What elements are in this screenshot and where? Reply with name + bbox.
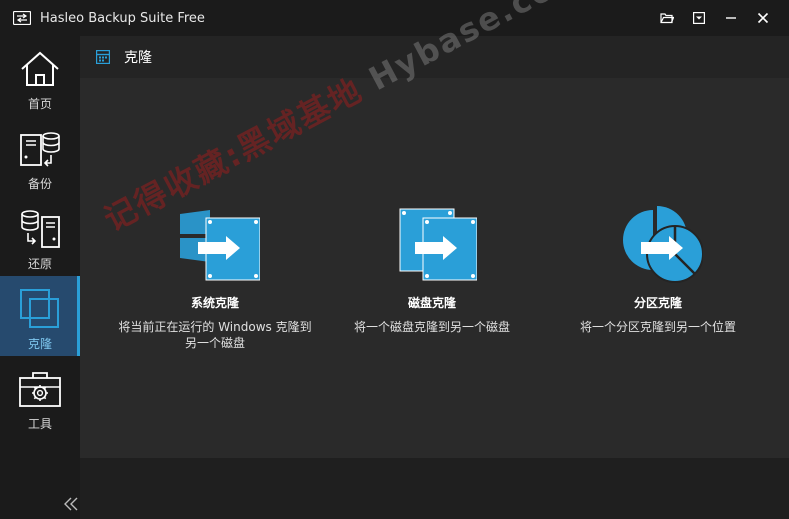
sidebar-item-home[interactable]: 首页 [0,36,80,116]
disk-clone-icon [399,208,477,281]
system-clone-icon [180,210,260,281]
sidebar-item-label: 还原 [27,257,52,271]
sidebar-item-backup[interactable]: 备份 [0,116,80,196]
page-title: 克隆 [124,50,152,66]
window-controls [651,0,779,36]
minimize-button[interactable] [715,0,747,36]
system-clone-option[interactable]: 系统克隆 将当前正在运行的 Windows 克隆到另一个磁盘 [105,194,325,351]
close-icon [757,12,769,24]
menu-button[interactable] [683,0,715,36]
clone-icon [20,289,59,328]
app-logo-icon [13,11,31,25]
option-title: 系统克隆 [190,296,239,310]
minimize-icon [726,17,736,19]
menu-dropdown-icon [693,12,705,24]
sidebar-item-label: 克隆 [27,337,52,351]
window-title: Hasleo Backup Suite Free [40,10,205,26]
disk-clone-option[interactable]: 磁盘克隆 将一个磁盘克隆到另一个磁盘 [322,194,542,335]
close-button[interactable] [747,0,779,36]
bottom-bar [80,458,789,519]
section-header: 克隆 [80,36,789,78]
title-bar: Hasleo Backup Suite Free [0,0,789,36]
sidebar: 首页 备份 还原 克隆 工具 [0,36,80,519]
sidebar-item-label: 备份 [27,177,52,191]
open-folder-button[interactable] [651,0,683,36]
main-content: 克隆 系统克隆 将当前正在运行的 Windows 克隆到另一个磁盘 磁盘克隆 将… [80,36,789,519]
partition-clone-icon [623,206,703,283]
app-window: Hasleo Backup Suite Free 首页 备份 还原 克隆 工具 … [0,0,789,519]
double-chevron-left-icon [64,497,78,511]
clone-options-panel: 系统克隆 将当前正在运行的 Windows 克隆到另一个磁盘 磁盘克隆 将一个磁… [80,78,789,458]
option-description: 将当前正在运行的 Windows 克隆到另一个磁盘 [118,320,312,350]
grid-icon [96,50,110,64]
option-description: 将一个磁盘克隆到另一个磁盘 [353,320,510,334]
folder-open-icon [660,13,674,24]
home-icon [21,51,59,86]
toolbox-icon [19,372,61,407]
option-description: 将一个分区克隆到另一个位置 [579,320,736,334]
collapse-sidebar-button[interactable] [62,494,80,514]
partition-clone-option[interactable]: 分区克隆 将一个分区克隆到另一个位置 [548,194,768,335]
sidebar-item-restore[interactable]: 还原 [0,196,80,276]
sidebar-item-label: 首页 [27,97,52,111]
restore-icon [21,210,60,248]
sidebar-item-clone[interactable]: 克隆 [0,276,80,356]
sidebar-item-label: 工具 [27,417,52,431]
option-title: 磁盘克隆 [407,296,456,310]
sidebar-item-tools[interactable]: 工具 [0,356,80,436]
option-title: 分区克隆 [633,296,682,310]
backup-icon [20,132,60,167]
